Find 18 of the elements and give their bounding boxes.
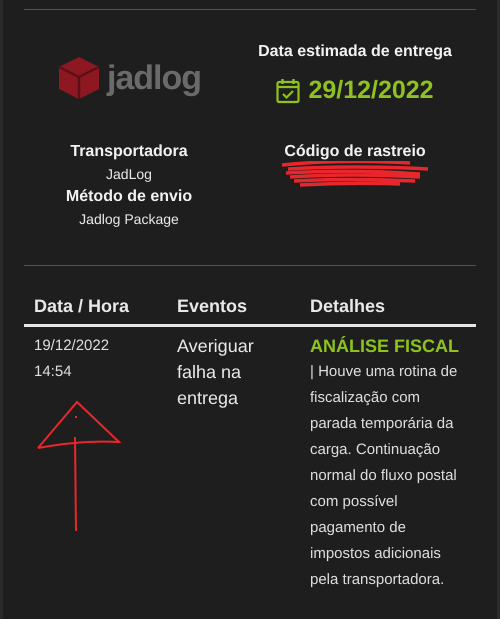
carrier-logo: jadlog (56, 55, 202, 101)
tracking-code-label: Código de rastreio (284, 143, 426, 161)
event-time: 14:54 (34, 362, 73, 382)
event-description: Averiguar falha na entrega (177, 335, 255, 410)
column-header: Data / Hora (24, 290, 167, 326)
column-header: Detalhes (300, 290, 476, 326)
carrier-label: Transportadora (70, 143, 188, 161)
estimated-delivery-label: Data estimada de entrega (258, 43, 452, 61)
shipping-method-label: Método de envio (66, 188, 192, 206)
event-date: 19/12/2022 (34, 336, 110, 356)
carrier-value: JadLog (106, 166, 152, 182)
event-status: ANÁLISE FISCAL (310, 335, 460, 358)
estimated-delivery-date: 29/12/2022 (308, 76, 434, 105)
cube-icon (56, 55, 101, 101)
column-header: Eventos (167, 290, 300, 326)
calendar-check-icon (276, 78, 300, 104)
event-details: | Houve uma rotina de fiscalização com parada temporária da carga. Continuação normal do fluxo postal com possível pagamento de impostos adicionais pela transportadora. (310, 362, 458, 590)
shipping-method-value: Jadlog Package (79, 211, 179, 227)
